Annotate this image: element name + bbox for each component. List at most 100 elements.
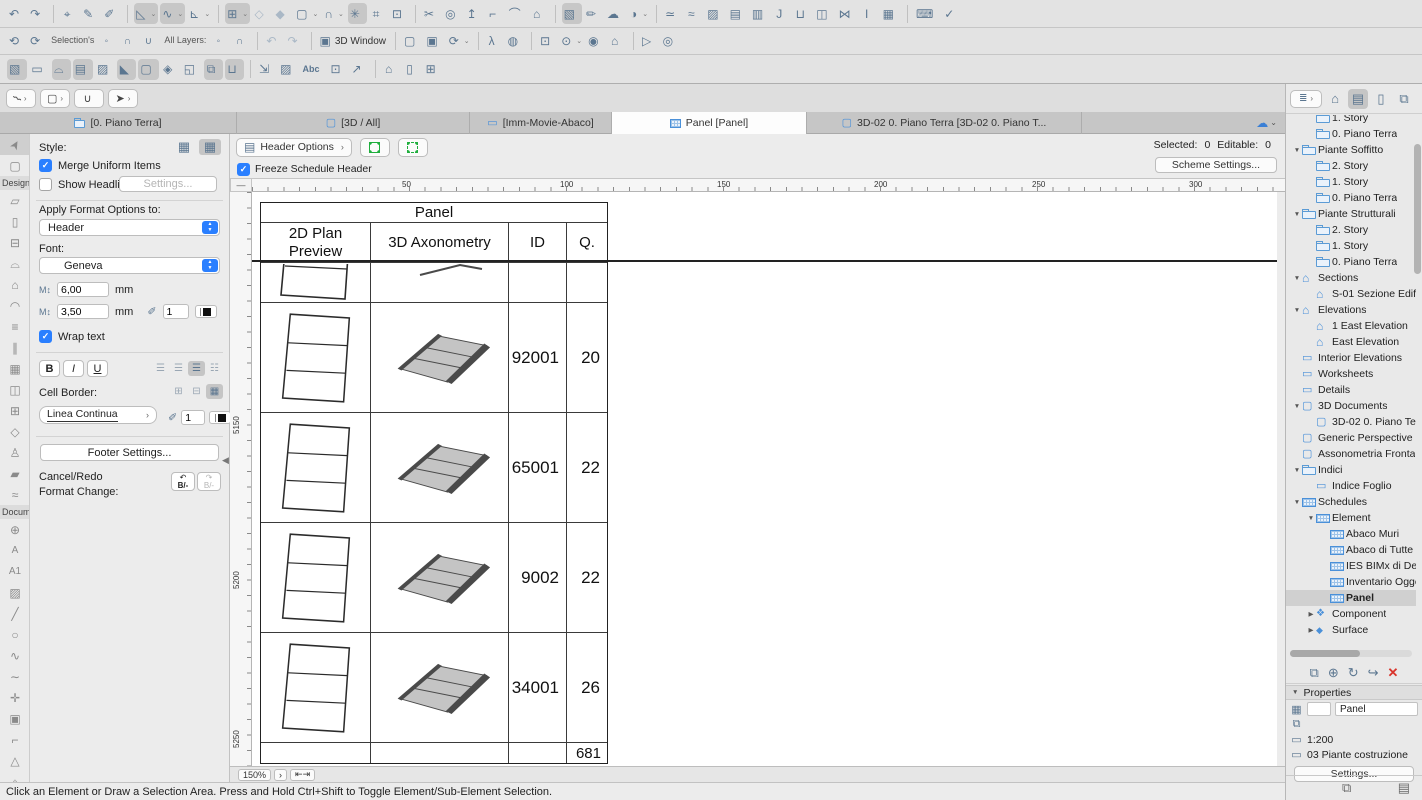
- resize-icon[interactable]: ⌂: [530, 3, 549, 24]
- stair-tool[interactable]: ≡: [0, 316, 30, 337]
- layout-book-icon[interactable]: ▯: [1371, 89, 1391, 109]
- spellcheck-icon[interactable]: Abc: [300, 59, 326, 80]
- tree-item[interactable]: S-01 Sezione Edif: [1286, 286, 1416, 302]
- home-story-icon[interactable]: ⌂: [382, 59, 401, 80]
- hook-icon[interactable]: J: [772, 3, 791, 24]
- pickup-parameters-icon[interactable]: ◎: [443, 3, 462, 24]
- border-horizontal-icon[interactable]: ⊟: [188, 384, 205, 399]
- new-folder-icon[interactable]: ⊕: [1328, 665, 1339, 681]
- tree-item[interactable]: 1. Story: [1286, 238, 1416, 254]
- publisher-icon[interactable]: ⧉: [1394, 89, 1414, 109]
- name-field[interactable]: Panel: [1335, 702, 1418, 716]
- disclosure-icon[interactable]: ▶: [1306, 626, 1316, 634]
- skylight-tool[interactable]: ◇: [0, 421, 30, 442]
- marquee-tool[interactable]: ▢: [0, 155, 30, 176]
- project-map-icon[interactable]: ⌂: [1325, 89, 1345, 109]
- tree-item[interactable]: ▼ Piante Strutturali: [1286, 206, 1416, 222]
- font-height-input[interactable]: [57, 282, 109, 297]
- disclosure-icon[interactable]: ▼: [1292, 403, 1302, 410]
- figure-tool[interactable]: ▣: [0, 708, 30, 729]
- column-header[interactable]: ID: [509, 223, 567, 262]
- snap-grid-icon[interactable]: ⊞ ⌄: [225, 3, 250, 24]
- separator[interactable]: [415, 5, 416, 23]
- editing-plane-icon[interactable]: ◇: [252, 3, 271, 24]
- roof-tool[interactable]: ⌂: [0, 274, 30, 295]
- align-justify-icon[interactable]: ☷: [206, 361, 223, 376]
- tree-item[interactable]: 0. Piano Terra: [1286, 126, 1416, 142]
- tree-item[interactable]: Generic Perspective: [1286, 430, 1416, 446]
- coordinates-icon[interactable]: ⌗: [369, 3, 388, 24]
- photorender-icon[interactable]: ◉: [586, 31, 605, 52]
- edit-nodes-button[interactable]: [398, 138, 428, 157]
- pencil-icon[interactable]: ✎: [81, 3, 100, 24]
- elevation-offset-icon[interactable]: ⊾ ⌄: [187, 3, 212, 24]
- lock-icon[interactable]: ∩ ⌄: [322, 3, 346, 24]
- group-icon[interactable]: ▧: [562, 3, 582, 24]
- tree-item[interactable]: ▶ Component: [1286, 606, 1416, 622]
- separator[interactable]: [127, 5, 128, 23]
- selections-label[interactable]: Selection's: [49, 29, 97, 50]
- teamwork-send-icon[interactable]: ☁: [605, 3, 626, 24]
- zoom-level-button[interactable]: 150%: [238, 769, 271, 781]
- fit-icon[interactable]: ⊡: [390, 3, 409, 24]
- elevation-tool[interactable]: △: [0, 750, 30, 771]
- separator[interactable]: [250, 60, 251, 78]
- selection-oval-icon[interactable]: ◦: [99, 31, 118, 52]
- undo-icon[interactable]: ↶: [7, 3, 26, 24]
- scheme-settings-button[interactable]: Scheme Settings...: [1155, 157, 1277, 173]
- panel-id-cell[interactable]: 9002: [509, 523, 567, 632]
- tree-item[interactable]: Details: [1286, 382, 1416, 398]
- pen-set-icon[interactable]: ✐: [102, 3, 121, 24]
- tree-item[interactable]: ▶ Surface: [1286, 622, 1416, 638]
- tree-item[interactable]: 0. Piano Terra: [1286, 254, 1416, 270]
- find-select-icon[interactable]: ⊡: [328, 59, 347, 80]
- align-right-icon[interactable]: ☰: [188, 361, 205, 376]
- marquee-style-button[interactable]: ▢ ›: [40, 89, 70, 108]
- label-tool[interactable]: A1: [0, 561, 30, 582]
- undo-format-button[interactable]: ↶ B/-: [171, 472, 195, 491]
- text-tool[interactable]: A: [0, 540, 30, 561]
- drafting-aid-icon[interactable]: ⌖: [60, 3, 79, 24]
- separator[interactable]: [555, 5, 556, 23]
- check-wand-icon[interactable]: ✓: [942, 3, 961, 24]
- document-tab[interactable]: Panel [Panel]: [612, 112, 807, 134]
- clone-viewpoint-icon[interactable]: ⧉: [1310, 665, 1319, 681]
- header-options-button[interactable]: ▤ Header Options ›: [236, 138, 352, 157]
- separator[interactable]: [53, 5, 54, 23]
- align-left-icon[interactable]: ☰: [152, 361, 169, 376]
- fill-corner-icon[interactable]: ▧: [7, 59, 27, 80]
- fill-empty-icon[interactable]: ▭: [29, 59, 49, 80]
- ibeam-icon[interactable]: I: [860, 3, 879, 24]
- blinds-icon[interactable]: ▥: [750, 3, 770, 24]
- schedule-canvas[interactable]: Panel 2D Plan Preview 3D Axonometry ID Q…: [252, 192, 1277, 766]
- headline-settings-button[interactable]: Settings...: [119, 176, 217, 192]
- tree-item[interactable]: Panel: [1286, 590, 1416, 606]
- document-tab[interactable]: 3D-02 0. Piano Terra [3D-02 0. Piano T..…: [807, 112, 1082, 134]
- separator[interactable]: [375, 60, 376, 78]
- blade-icon[interactable]: ◆: [273, 3, 292, 24]
- magnet-button[interactable]: ∪: [74, 89, 104, 108]
- project-chooser-button[interactable]: ≣ ›: [1290, 90, 1322, 108]
- adjust-icon[interactable]: ⌐: [486, 3, 505, 24]
- panel-collapse-arrow[interactable]: ◀: [222, 455, 229, 466]
- document-tab[interactable]: [Imm-Movie-Abaco]: [470, 112, 612, 134]
- tree-item[interactable]: 0. Piano Terra: [1286, 190, 1416, 206]
- axonometry-icon[interactable]: ▣: [424, 31, 444, 52]
- trend-icon[interactable]: ↗: [350, 59, 369, 80]
- view-map-icon[interactable]: ▤: [1348, 89, 1368, 109]
- marquee-options-icon[interactable]: ▢ ⌄: [294, 3, 320, 24]
- slab-tool[interactable]: ⌓: [0, 253, 30, 274]
- circle-tool[interactable]: ○: [0, 624, 30, 645]
- all-layers-label[interactable]: All Layers:: [162, 29, 209, 50]
- tree-vertical-scrollbar[interactable]: [1414, 144, 1421, 274]
- separator[interactable]: [395, 32, 396, 50]
- panel-qty-cell[interactable]: 22: [567, 413, 607, 522]
- split-icon[interactable]: ✂: [422, 3, 441, 24]
- tree-item[interactable]: ▼ 3D Documents: [1286, 398, 1416, 414]
- disclosure-icon[interactable]: ▼: [1292, 211, 1302, 218]
- separator[interactable]: [907, 5, 908, 23]
- section-tool[interactable]: ⌐: [0, 729, 30, 750]
- table-row[interactable]: 9002 22: [261, 523, 607, 633]
- arrow-tool[interactable]: ➤: [0, 134, 30, 155]
- freeze-header-checkbox[interactable]: [237, 163, 250, 176]
